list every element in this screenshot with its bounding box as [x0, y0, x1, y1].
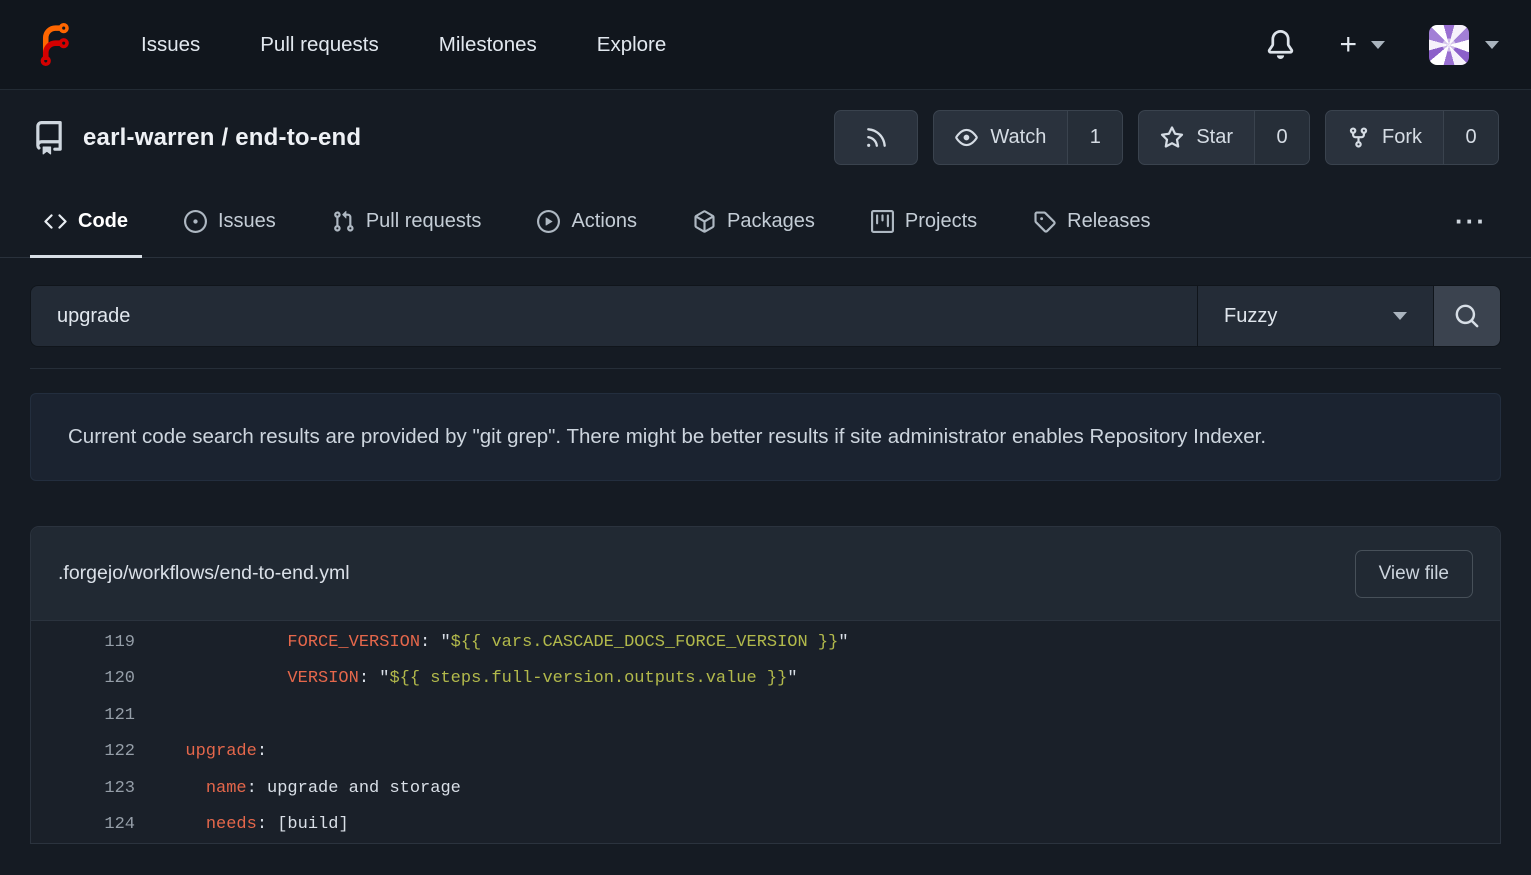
search-icon — [1454, 303, 1480, 329]
chevron-down-icon — [1393, 312, 1407, 320]
user-menu[interactable] — [1429, 25, 1499, 65]
plus-icon: + — [1339, 30, 1357, 60]
nav-link-pull-requests[interactable]: Pull requests — [260, 33, 379, 57]
watch-button-group: Watch 1 — [933, 110, 1123, 165]
tab-label: Packages — [727, 210, 815, 233]
tab-releases[interactable]: Releases — [1019, 185, 1164, 257]
search-result-file: .forgejo/workflows/end-to-end.yml View f… — [30, 526, 1501, 844]
chevron-down-icon — [1371, 41, 1385, 49]
line-number[interactable]: 124 — [31, 807, 135, 843]
section-divider — [30, 368, 1501, 369]
line-number[interactable]: 120 — [31, 661, 135, 697]
code-search-bar: Fuzzy — [30, 285, 1501, 347]
indexer-notice: Current code search results are provided… — [30, 393, 1501, 481]
repo-title: earl-warren / end-to-end — [32, 121, 361, 155]
rss-feed-button[interactable] — [834, 110, 918, 165]
tab-packages[interactable]: Packages — [679, 185, 829, 257]
issue-opened-icon — [184, 210, 207, 233]
line-content: upgrade: — [135, 734, 267, 770]
tab-code[interactable]: Code — [30, 185, 142, 257]
line-number[interactable]: 121 — [31, 698, 135, 734]
code-snippet: 119 FORCE_VERSION: "${{ vars.CASCADE_DOC… — [31, 621, 1500, 843]
line-content: name: upgrade and storage — [135, 771, 461, 807]
tab-label: Releases — [1067, 210, 1150, 233]
tag-icon — [1033, 210, 1056, 233]
play-icon — [537, 210, 560, 233]
tab-issues[interactable]: Issues — [170, 185, 290, 257]
search-input[interactable] — [31, 286, 1197, 346]
breadcrumb: earl-warren / end-to-end — [83, 124, 361, 152]
line-content: VERSION: "${{ steps.full-version.outputs… — [135, 661, 798, 697]
eye-icon — [955, 126, 978, 149]
tab-label: Projects — [905, 210, 977, 233]
code-line: 124 needs: [build] — [31, 807, 1500, 843]
repo-name-link[interactable]: end-to-end — [235, 124, 361, 151]
tabs-overflow-ellipsis[interactable]: ··· — [1441, 185, 1501, 257]
breadcrumb-separator: / — [221, 124, 228, 151]
repo-book-icon — [32, 121, 66, 155]
code-line: 122 upgrade: — [31, 734, 1500, 770]
fork-button-group: Fork 0 — [1325, 110, 1499, 165]
code-line: 121 — [31, 698, 1500, 734]
repo-owner-link[interactable]: earl-warren — [83, 124, 215, 151]
create-new-menu[interactable]: + — [1339, 30, 1385, 60]
line-content: FORCE_VERSION: "${{ vars.CASCADE_DOCS_FO… — [135, 625, 849, 661]
repo-header: earl-warren / end-to-end Watch 1 Star 0 — [0, 90, 1531, 185]
code-line: 120 VERSION: "${{ steps.full-version.out… — [31, 661, 1500, 697]
fork-button[interactable]: Fork — [1326, 111, 1443, 164]
line-number[interactable]: 122 — [31, 734, 135, 770]
nav-link-explore[interactable]: Explore — [597, 33, 667, 57]
star-label: Star — [1196, 126, 1233, 149]
line-content — [135, 698, 165, 734]
fork-count[interactable]: 0 — [1443, 111, 1498, 164]
watch-label: Watch — [990, 126, 1046, 149]
tab-label: Pull requests — [366, 210, 482, 233]
rss-icon — [864, 125, 889, 150]
search-mode-select[interactable]: Fuzzy — [1197, 286, 1433, 346]
star-button-group: Star 0 — [1138, 110, 1310, 165]
fork-icon — [1347, 126, 1370, 149]
file-path-link[interactable]: .forgejo/workflows/end-to-end.yml — [58, 562, 350, 585]
watch-count[interactable]: 1 — [1067, 111, 1122, 164]
tab-pull-requests[interactable]: Pull requests — [318, 185, 496, 257]
project-board-icon — [871, 210, 894, 233]
tab-label: Code — [78, 210, 128, 233]
tab-actions[interactable]: Actions — [523, 185, 651, 257]
search-submit-button[interactable] — [1433, 286, 1500, 346]
nav-link-issues[interactable]: Issues — [141, 33, 200, 57]
repo-action-buttons: Watch 1 Star 0 Fork 0 — [834, 110, 1499, 165]
navbar-right: + — [1266, 25, 1499, 65]
code-line: 123 name: upgrade and storage — [31, 771, 1500, 807]
fork-label: Fork — [1382, 126, 1422, 149]
package-icon — [693, 210, 716, 233]
star-button[interactable]: Star — [1139, 111, 1254, 164]
avatar[interactable] — [1429, 25, 1469, 65]
forgejo-logo-icon[interactable] — [32, 21, 79, 68]
line-number[interactable]: 119 — [31, 625, 135, 661]
search-mode-value: Fuzzy — [1224, 305, 1277, 328]
nav-link-milestones[interactable]: Milestones — [439, 33, 537, 57]
git-pull-request-icon — [332, 210, 355, 233]
code-lines: 119 FORCE_VERSION: "${{ vars.CASCADE_DOC… — [31, 625, 1500, 843]
line-number[interactable]: 123 — [31, 771, 135, 807]
watch-button[interactable]: Watch — [934, 111, 1067, 164]
code-line: 119 FORCE_VERSION: "${{ vars.CASCADE_DOC… — [31, 625, 1500, 661]
line-content: needs: [build] — [135, 807, 349, 843]
tab-label: Issues — [218, 210, 276, 233]
star-count[interactable]: 0 — [1254, 111, 1309, 164]
code-icon — [44, 210, 67, 233]
repo-tabs: Code Issues Pull requests Actions Packag… — [0, 185, 1531, 258]
nav-links: Issues Pull requests Milestones Explore — [141, 33, 666, 57]
view-file-button[interactable]: View file — [1355, 550, 1473, 598]
top-navbar: Issues Pull requests Milestones Explore … — [0, 0, 1531, 90]
tab-projects[interactable]: Projects — [857, 185, 991, 257]
notifications-bell-icon[interactable] — [1266, 30, 1295, 59]
file-header: .forgejo/workflows/end-to-end.yml View f… — [31, 527, 1500, 621]
tab-label: Actions — [571, 210, 637, 233]
chevron-down-icon — [1485, 41, 1499, 49]
star-icon — [1160, 126, 1184, 150]
